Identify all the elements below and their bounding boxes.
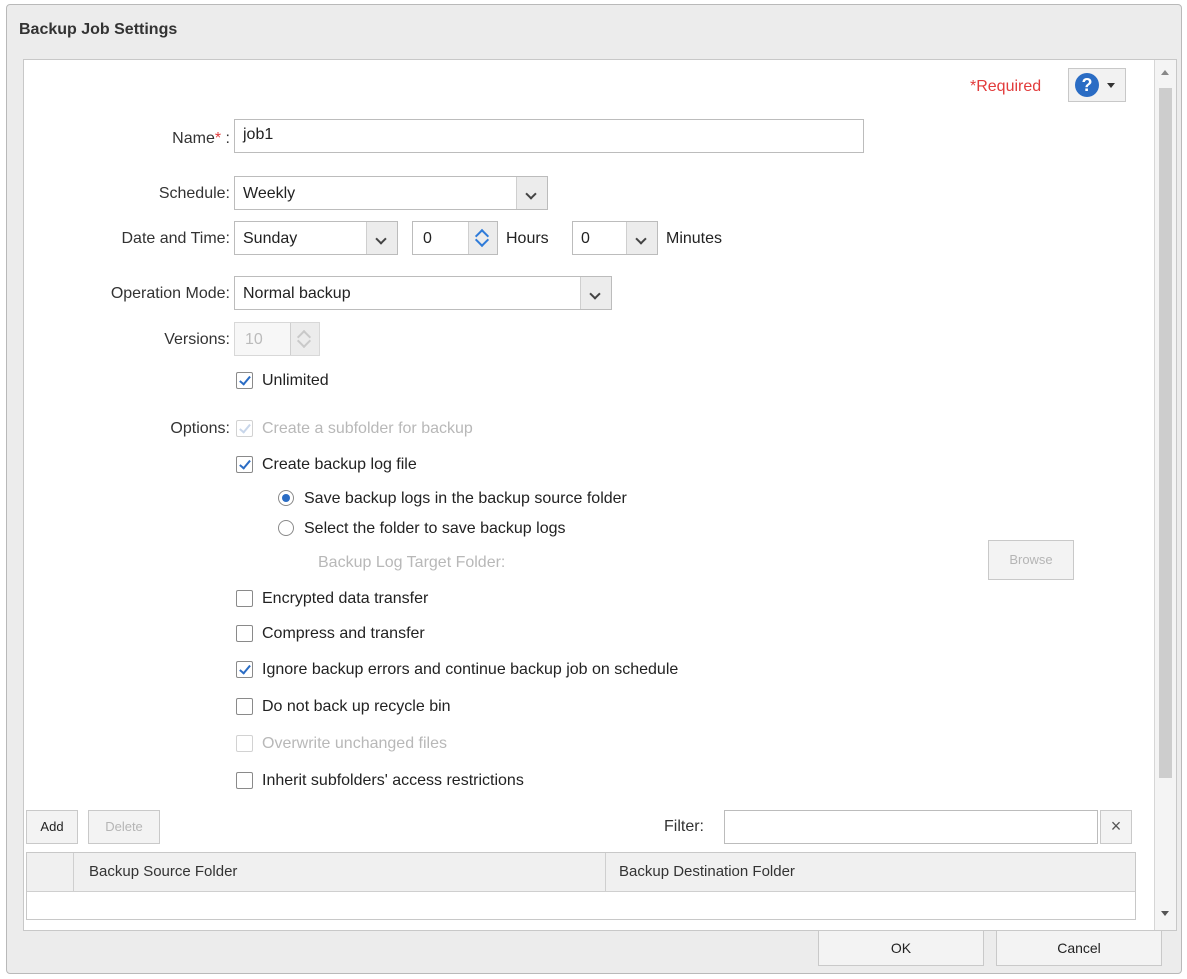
datetime-label: Date and Time: <box>121 230 231 247</box>
column-divider <box>605 853 606 891</box>
subfolder-checkbox[interactable] <box>236 420 253 437</box>
overwrite-checkbox[interactable] <box>236 735 253 752</box>
vertical-scrollbar[interactable] <box>1154 60 1176 930</box>
chevron-down-icon[interactable] <box>580 277 611 309</box>
logfile-checkbox[interactable] <box>236 456 253 473</box>
folder-table: Backup Source Folder Backup Destination … <box>26 852 1136 920</box>
ignore-errors-label: Ignore backup errors and continue backup… <box>262 661 679 678</box>
overwrite-label: Overwrite unchanged files <box>262 735 447 752</box>
column-backup-destination[interactable]: Backup Destination Folder <box>619 863 795 880</box>
recycle-checkbox[interactable] <box>236 698 253 715</box>
versions-value: 10 <box>245 331 263 348</box>
schedule-label: Schedule: <box>158 185 230 202</box>
logfile-label: Create backup log file <box>262 456 417 473</box>
cancel-button[interactable]: Cancel <box>996 930 1162 966</box>
schedule-select[interactable]: Weekly <box>234 176 548 210</box>
name-label-text: Name <box>172 130 215 147</box>
chevron-down-icon[interactable] <box>366 222 397 254</box>
encrypted-checkbox[interactable] <box>236 590 253 607</box>
day-value: Sunday <box>243 230 298 247</box>
scrollbar-thumb[interactable] <box>1159 88 1172 778</box>
log-target-label: Backup Log Target Folder: <box>318 554 506 571</box>
options-label: Options: <box>170 420 230 437</box>
versions-label: Versions: <box>164 331 230 348</box>
add-button[interactable]: Add <box>26 810 78 844</box>
question-icon: ? <box>1075 73 1099 97</box>
minutes-select[interactable]: 0 <box>572 221 658 255</box>
filter-input[interactable] <box>724 810 1098 844</box>
clear-filter-icon[interactable]: × <box>1100 810 1132 844</box>
chevron-down-icon <box>1107 83 1115 88</box>
operation-mode-value: Normal backup <box>243 285 351 302</box>
minutes-label: Minutes <box>666 230 723 247</box>
scroll-up-icon[interactable] <box>1161 70 1169 75</box>
operation-mode-select[interactable]: Normal backup <box>234 276 612 310</box>
chevron-down-icon[interactable] <box>626 222 657 254</box>
scroll-down-icon[interactable] <box>1161 911 1169 916</box>
hours-spinner[interactable] <box>468 222 497 254</box>
column-divider <box>73 853 74 891</box>
compress-checkbox[interactable] <box>236 625 253 642</box>
filter-label: Filter: <box>664 818 704 835</box>
subfolder-label: Create a subfolder for backup <box>262 420 473 437</box>
encrypted-label: Encrypted data transfer <box>262 590 429 607</box>
name-label: Name* : <box>60 130 230 148</box>
schedule-value: Weekly <box>243 185 296 202</box>
dialog-title: Backup Job Settings <box>19 21 178 38</box>
unlimited-checkbox[interactable] <box>236 372 253 389</box>
table-header: Backup Source Folder Backup Destination … <box>27 853 1135 892</box>
versions-spinner[interactable] <box>290 323 319 355</box>
ignore-errors-checkbox[interactable] <box>236 661 253 678</box>
operation-mode-label: Operation Mode: <box>110 285 230 302</box>
day-select[interactable]: Sunday <box>234 221 398 255</box>
browse-button[interactable]: Browse <box>988 540 1074 580</box>
chevron-down-icon[interactable] <box>516 177 547 209</box>
required-note: *Required <box>970 78 1042 95</box>
ok-button[interactable]: OK <box>818 930 984 966</box>
radio-select-label: Select the folder to save backup logs <box>304 520 566 537</box>
unlimited-label: Unlimited <box>262 372 329 389</box>
required-mark: * <box>214 130 222 147</box>
radio-source-label: Save backup logs in the backup source fo… <box>304 490 627 507</box>
delete-button[interactable]: Delete <box>88 810 160 844</box>
hours-label: Hours <box>506 230 549 247</box>
hours-value: 0 <box>423 230 432 247</box>
name-input[interactable]: job1 <box>234 119 864 153</box>
name-colon: : <box>225 130 230 147</box>
radio-source-folder[interactable] <box>278 490 294 506</box>
versions-stepper[interactable]: 10 <box>234 322 320 356</box>
recycle-label: Do not back up recycle bin <box>262 698 451 715</box>
inherit-checkbox[interactable] <box>236 772 253 789</box>
inherit-label: Inherit subfolders' access restrictions <box>262 772 524 789</box>
column-backup-source[interactable]: Backup Source Folder <box>89 863 237 880</box>
radio-select-folder[interactable] <box>278 520 294 536</box>
compress-label: Compress and transfer <box>262 625 425 642</box>
minutes-value: 0 <box>581 230 590 247</box>
hours-stepper[interactable]: 0 <box>412 221 498 255</box>
help-button[interactable]: ? <box>1068 68 1126 102</box>
